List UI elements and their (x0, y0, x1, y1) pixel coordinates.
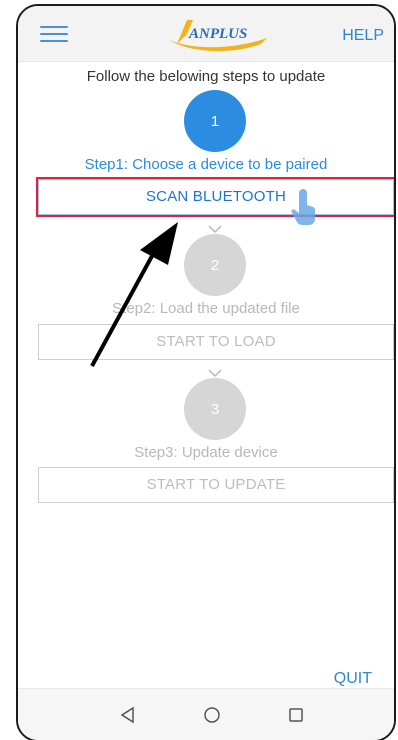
system-nav-bar (18, 688, 394, 740)
chevron-down-icon (208, 225, 222, 234)
step-1-circle: 1 (184, 90, 246, 152)
help-button[interactable]: HELP (342, 27, 384, 45)
svg-text:ANPLUS: ANPLUS (188, 26, 247, 42)
anplus-logo: ANPLUS (163, 14, 273, 54)
step-1-label: Step1: Choose a device to be paired (84, 156, 328, 173)
chevron-down-icon (208, 369, 222, 378)
app-bar: ANPLUS HELP (18, 6, 394, 62)
scan-bluetooth-button[interactable]: SCAN BLUETOOTH (38, 179, 394, 215)
step-3-label: Step3: Update device (134, 444, 278, 461)
intro-text: Follow the belowing steps to update (86, 68, 326, 85)
start-to-update-button[interactable]: START TO UPDATE (38, 467, 394, 503)
start-to-load-button[interactable]: START TO LOAD (38, 324, 394, 360)
phone-frame: ANPLUS HELP Follow the belowing steps to… (16, 4, 396, 740)
hamburger-menu-icon[interactable] (40, 26, 68, 44)
triangle-back-icon[interactable] (118, 705, 138, 725)
step-3-circle: 3 (184, 378, 246, 440)
quit-button[interactable]: QUIT (334, 670, 372, 688)
square-recent-icon[interactable] (286, 705, 306, 725)
hand-pointer-icon (291, 189, 316, 225)
circle-home-icon[interactable] (202, 705, 222, 725)
step-2-circle: 2 (184, 234, 246, 296)
step-2-label: Step2: Load the updated file (112, 300, 300, 317)
